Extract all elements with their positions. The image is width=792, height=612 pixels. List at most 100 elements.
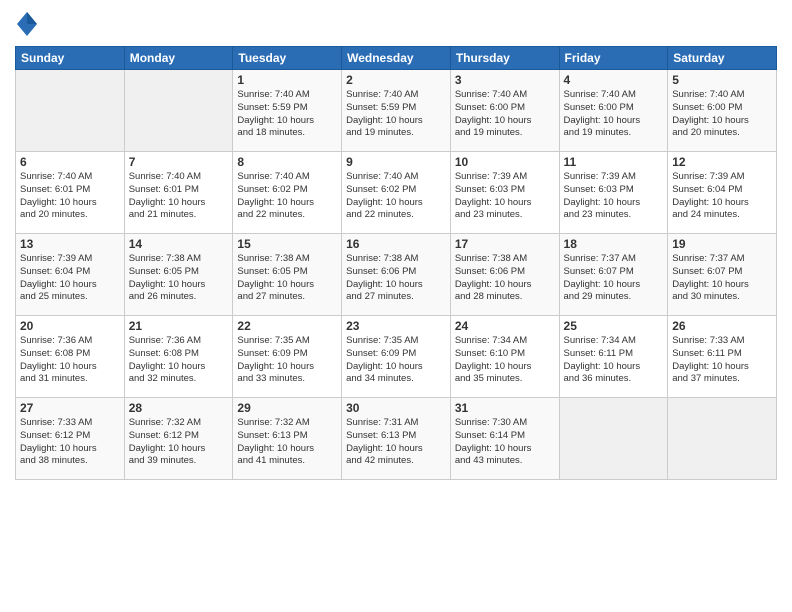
calendar-cell: 11 Sunrise: 7:39 AM Sunset: 6:03 PM Dayli… <box>559 152 668 234</box>
day-info: Sunrise: 7:40 AM Sunset: 6:00 PM Dayligh… <box>455 89 555 140</box>
calendar-cell: 16Sunrise: 7:38 AM Sunset: 6:06 PM Dayli… <box>342 234 451 316</box>
calendar-cell: 3 Sunrise: 7:40 AM Sunset: 6:00 PM Daylig… <box>450 70 559 152</box>
day-info: Sunrise: 7:40 AM Sunset: 6:02 PM Dayligh… <box>346 171 446 222</box>
calendar-cell: 8 Sunrise: 7:40 AM Sunset: 6:02 PM Daylig… <box>233 152 342 234</box>
day-info: Sunrise: 7:40 AM Sunset: 5:59 PM Dayligh… <box>237 89 337 140</box>
calendar-cell: 31 Sunrise: 7:30 AM Sunset: 6:14 PM Dayli… <box>450 398 559 480</box>
day-info: Sunrise: 7:34 AM Sunset: 6:11 PM Dayligh… <box>564 335 664 386</box>
calendar-cell: 5 Sunrise: 7:40 AM Sunset: 6:00 PM Daylig… <box>668 70 777 152</box>
day-number: 18 <box>564 237 664 251</box>
day-info: Sunrise: 7:36 AM Sunset: 6:08 PM Dayligh… <box>20 335 120 386</box>
day-info: Sunrise: 7:31 AM Sunset: 6:13 PM Dayligh… <box>346 417 446 468</box>
day-header-saturday: Saturday <box>668 47 777 70</box>
day-info: Sunrise: 7:39 AM Sunset: 6:04 PM Dayligh… <box>672 171 772 222</box>
day-info: Sunrise: 7:40 AM Sunset: 5:59 PM Dayligh… <box>346 89 446 140</box>
day-number: 8 <box>237 155 337 169</box>
day-number: 13 <box>20 237 120 251</box>
day-number: 20 <box>20 319 120 333</box>
logo <box>15 10 43 38</box>
day-info: Sunrise: 7:40 AM Sunset: 6:00 PM Dayligh… <box>564 89 664 140</box>
calendar-cell: 19 Sunrise: 7:37 AM Sunset: 6:07 PM Dayli… <box>668 234 777 316</box>
day-header-thursday: Thursday <box>450 47 559 70</box>
calendar-cell: 29 Sunrise: 7:32 AM Sunset: 6:13 PM Dayli… <box>233 398 342 480</box>
calendar-cell <box>668 398 777 480</box>
day-number: 24 <box>455 319 555 333</box>
day-number: 7 <box>129 155 229 169</box>
day-info: Sunrise: 7:34 AM Sunset: 6:10 PM Dayligh… <box>455 335 555 386</box>
day-number: 1 <box>237 73 337 87</box>
day-info: Sunrise: 7:35 AM Sunset: 6:09 PM Dayligh… <box>237 335 337 386</box>
day-info: Sunrise: 7:40 AM Sunset: 6:00 PM Dayligh… <box>672 89 772 140</box>
day-number: 5 <box>672 73 772 87</box>
day-info: Sunrise: 7:33 AM Sunset: 6:12 PM Dayligh… <box>20 417 120 468</box>
day-info: Sunrise: 7:32 AM Sunset: 6:12 PM Dayligh… <box>129 417 229 468</box>
day-number: 12 <box>672 155 772 169</box>
day-info: Sunrise: 7:39 AM Sunset: 6:04 PM Dayligh… <box>20 253 120 304</box>
day-number: 26 <box>672 319 772 333</box>
calendar-cell: 24 Sunrise: 7:34 AM Sunset: 6:10 PM Dayli… <box>450 316 559 398</box>
day-number: 6 <box>20 155 120 169</box>
day-info: Sunrise: 7:37 AM Sunset: 6:07 PM Dayligh… <box>672 253 772 304</box>
day-header-monday: Monday <box>124 47 233 70</box>
calendar-cell: 10Sunrise: 7:39 AM Sunset: 6:03 PM Dayli… <box>450 152 559 234</box>
day-header-tuesday: Tuesday <box>233 47 342 70</box>
day-info: Sunrise: 7:39 AM Sunset: 6:03 PM Dayligh… <box>564 171 664 222</box>
day-number: 15 <box>237 237 337 251</box>
calendar-cell: 22Sunrise: 7:35 AM Sunset: 6:09 PM Dayli… <box>233 316 342 398</box>
day-header-sunday: Sunday <box>16 47 125 70</box>
day-info: Sunrise: 7:40 AM Sunset: 6:01 PM Dayligh… <box>20 171 120 222</box>
day-info: Sunrise: 7:36 AM Sunset: 6:08 PM Dayligh… <box>129 335 229 386</box>
day-number: 28 <box>129 401 229 415</box>
day-number: 30 <box>346 401 446 415</box>
day-info: Sunrise: 7:40 AM Sunset: 6:01 PM Dayligh… <box>129 171 229 222</box>
calendar-cell: 18 Sunrise: 7:37 AM Sunset: 6:07 PM Dayli… <box>559 234 668 316</box>
calendar-cell: 20 Sunrise: 7:36 AM Sunset: 6:08 PM Dayli… <box>16 316 125 398</box>
calendar-week-5: 27Sunrise: 7:33 AM Sunset: 6:12 PM Dayli… <box>16 398 777 480</box>
day-info: Sunrise: 7:40 AM Sunset: 6:02 PM Dayligh… <box>237 171 337 222</box>
day-info: Sunrise: 7:35 AM Sunset: 6:09 PM Dayligh… <box>346 335 446 386</box>
calendar-cell: 2 Sunrise: 7:40 AM Sunset: 5:59 PM Daylig… <box>342 70 451 152</box>
day-info: Sunrise: 7:39 AM Sunset: 6:03 PM Dayligh… <box>455 171 555 222</box>
calendar-header-row: SundayMondayTuesdayWednesdayThursdayFrid… <box>16 47 777 70</box>
day-number: 31 <box>455 401 555 415</box>
calendar-cell: 17 Sunrise: 7:38 AM Sunset: 6:06 PM Dayli… <box>450 234 559 316</box>
calendar-cell: 21Sunrise: 7:36 AM Sunset: 6:08 PM Dayli… <box>124 316 233 398</box>
calendar-cell <box>124 70 233 152</box>
calendar-cell: 9 Sunrise: 7:40 AM Sunset: 6:02 PM Daylig… <box>342 152 451 234</box>
calendar-cell <box>16 70 125 152</box>
day-info: Sunrise: 7:38 AM Sunset: 6:05 PM Dayligh… <box>237 253 337 304</box>
day-number: 16 <box>346 237 446 251</box>
logo-icon <box>15 10 39 38</box>
calendar-week-3: 13 Sunrise: 7:39 AM Sunset: 6:04 PM Dayli… <box>16 234 777 316</box>
day-info: Sunrise: 7:38 AM Sunset: 6:05 PM Dayligh… <box>129 253 229 304</box>
day-number: 3 <box>455 73 555 87</box>
calendar-week-4: 20 Sunrise: 7:36 AM Sunset: 6:08 PM Dayli… <box>16 316 777 398</box>
day-number: 29 <box>237 401 337 415</box>
calendar-cell: 1 Sunrise: 7:40 AM Sunset: 5:59 PM Daylig… <box>233 70 342 152</box>
calendar-cell: 14Sunrise: 7:38 AM Sunset: 6:05 PM Dayli… <box>124 234 233 316</box>
day-info: Sunrise: 7:32 AM Sunset: 6:13 PM Dayligh… <box>237 417 337 468</box>
calendar-table: SundayMondayTuesdayWednesdayThursdayFrid… <box>15 46 777 480</box>
calendar-week-1: 1 Sunrise: 7:40 AM Sunset: 5:59 PM Daylig… <box>16 70 777 152</box>
day-info: Sunrise: 7:30 AM Sunset: 6:14 PM Dayligh… <box>455 417 555 468</box>
day-number: 17 <box>455 237 555 251</box>
day-number: 2 <box>346 73 446 87</box>
day-info: Sunrise: 7:33 AM Sunset: 6:11 PM Dayligh… <box>672 335 772 386</box>
calendar-cell <box>559 398 668 480</box>
calendar-cell: 26 Sunrise: 7:33 AM Sunset: 6:11 PM Dayli… <box>668 316 777 398</box>
day-number: 11 <box>564 155 664 169</box>
day-info: Sunrise: 7:37 AM Sunset: 6:07 PM Dayligh… <box>564 253 664 304</box>
day-number: 9 <box>346 155 446 169</box>
day-number: 23 <box>346 319 446 333</box>
calendar-week-2: 6 Sunrise: 7:40 AM Sunset: 6:01 PM Daylig… <box>16 152 777 234</box>
day-number: 19 <box>672 237 772 251</box>
day-header-friday: Friday <box>559 47 668 70</box>
calendar-cell: 13 Sunrise: 7:39 AM Sunset: 6:04 PM Dayli… <box>16 234 125 316</box>
calendar-cell: 25Sunrise: 7:34 AM Sunset: 6:11 PM Dayli… <box>559 316 668 398</box>
page-header <box>15 10 777 38</box>
calendar-cell: 4 Sunrise: 7:40 AM Sunset: 6:00 PM Daylig… <box>559 70 668 152</box>
day-number: 4 <box>564 73 664 87</box>
calendar-cell: 7 Sunrise: 7:40 AM Sunset: 6:01 PM Daylig… <box>124 152 233 234</box>
calendar-cell: 30 Sunrise: 7:31 AM Sunset: 6:13 PM Dayli… <box>342 398 451 480</box>
day-info: Sunrise: 7:38 AM Sunset: 6:06 PM Dayligh… <box>455 253 555 304</box>
